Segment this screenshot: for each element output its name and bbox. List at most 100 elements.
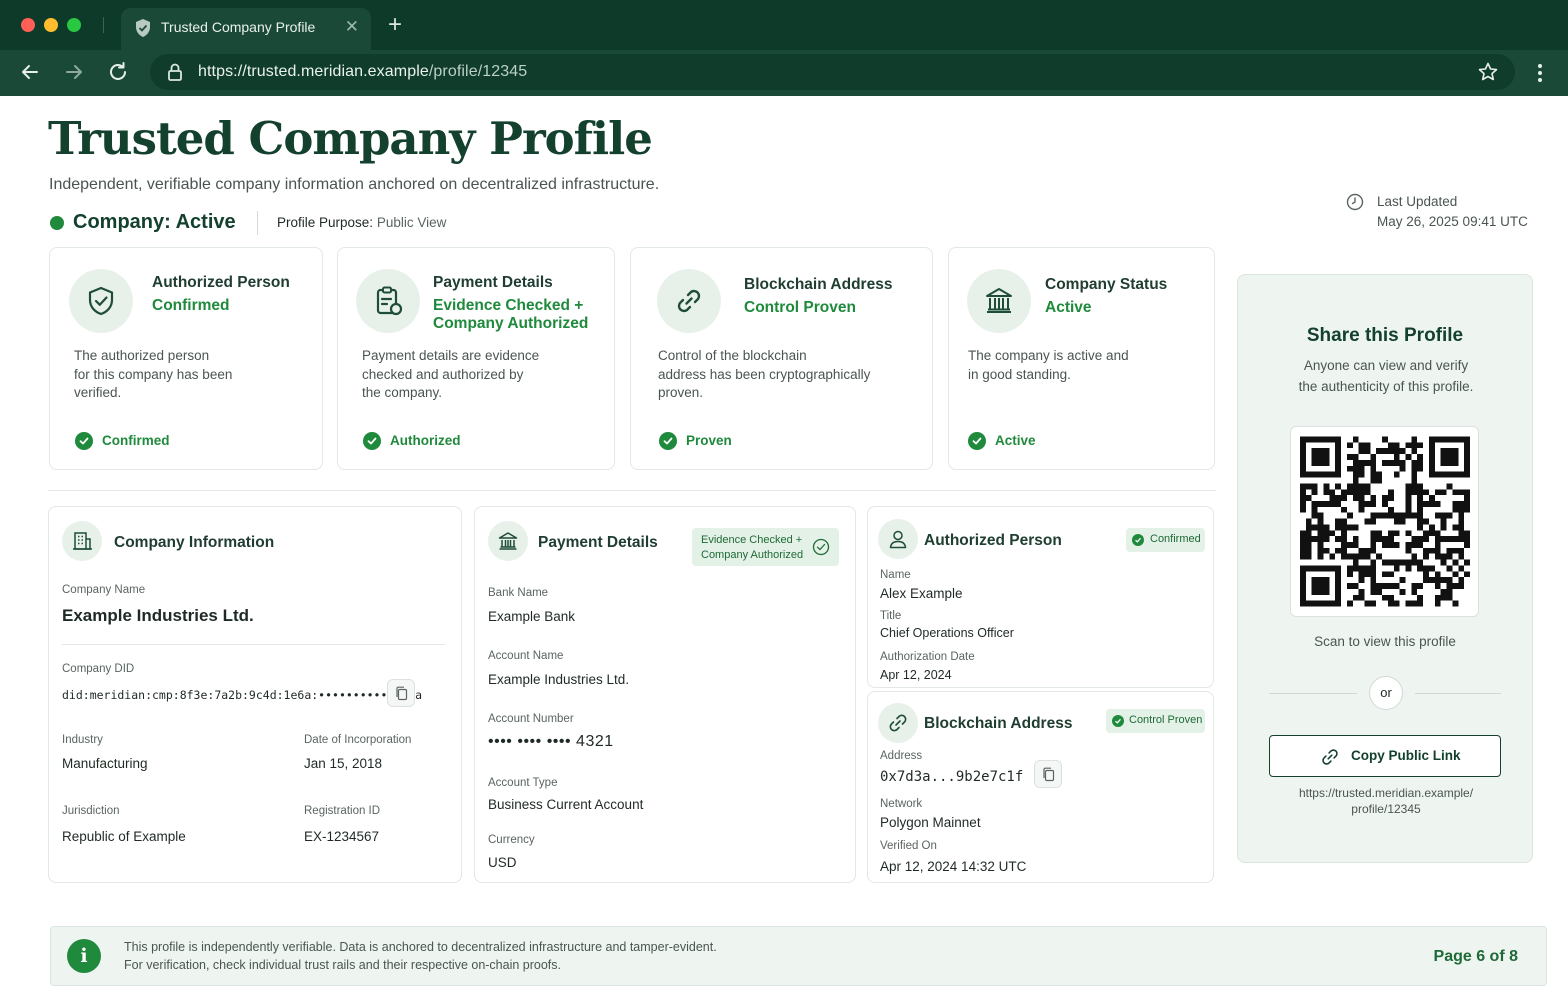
status-divider [257, 211, 258, 235]
section-divider [48, 490, 1216, 491]
check-circle-outline-icon [812, 538, 830, 556]
rail-badge-label: Active [995, 433, 1036, 448]
minimize-window-button[interactable] [44, 18, 58, 32]
rail-status: Control Proven [744, 299, 856, 316]
last-updated-value: May 26, 2025 09:41 UTC [1377, 214, 1528, 229]
copy-did-button[interactable] [387, 679, 415, 707]
reload-icon[interactable] [105, 59, 131, 85]
card-icon-circle [488, 521, 528, 561]
rail-title: Company Status [1045, 276, 1168, 293]
card-title: Blockchain Address [924, 715, 1073, 732]
rail-desc-line: proven. [658, 385, 704, 400]
field-label: Account Type [488, 777, 558, 789]
rail-company-status[interactable]: Company Status Active The company is act… [948, 247, 1215, 470]
public-link-text[interactable]: https://trusted.meridian.example/ profil… [1268, 785, 1504, 817]
field-label: Company DID [62, 663, 135, 675]
field-label: Authorization Date [880, 651, 975, 663]
new-tab-button[interactable]: + [388, 12, 402, 38]
profile-purpose: Profile Purpose: Public View [277, 215, 446, 230]
rail-desc-line: checked and authorized by [362, 366, 524, 382]
rail-icon-circle [657, 269, 721, 333]
rail-title: Authorized Person [152, 274, 290, 291]
rail-desc-line: the company. [362, 385, 443, 400]
last-updated-label: Last Updated [1377, 194, 1458, 209]
field-label: Company Name [62, 584, 146, 596]
company-did-value: did:meridian:cmp:8f3e:7a2b:9c4d:1e6a:•••… [62, 688, 423, 702]
check-circle-icon [968, 432, 986, 450]
tab-close-icon[interactable]: ✕ [345, 18, 359, 36]
browser-titlebar: Trusted Company Profile ✕ + [0, 0, 1568, 50]
bookmark-star-icon[interactable] [1477, 61, 1499, 83]
close-window-button[interactable] [21, 18, 35, 32]
page-indicator: Page 6 of 8 [1433, 948, 1518, 965]
currency-value: USD [488, 855, 517, 870]
card-icon-circle [878, 703, 918, 743]
copy-icon [396, 686, 408, 701]
card-title: Authorized Person [924, 532, 1062, 549]
badge-label: Control Proven [1129, 714, 1203, 726]
share-title: Share this Profile [1306, 325, 1464, 346]
payment-details-card: Payment Details Evidence Checked + Compa… [474, 506, 856, 883]
rail-authorized-person[interactable]: Authorized Person Confirmed The authoriz… [49, 247, 323, 470]
copy-link-label: Copy Public Link [1351, 748, 1461, 763]
person-title-value: Chief Operations Officer [880, 626, 1014, 640]
link-icon [889, 714, 907, 732]
rail-title: Blockchain Address [744, 276, 893, 293]
rail-description: The company is active and in good standi… [968, 347, 1129, 384]
titlebar-divider [103, 17, 104, 33]
bank-name-value: Example Bank [488, 609, 576, 624]
back-arrow-icon[interactable] [17, 59, 43, 85]
field-label: Network [880, 798, 923, 810]
purpose-label: Profile Purpose: [277, 215, 374, 230]
qr-code-icon [1300, 436, 1470, 607]
rail-blockchain-address[interactable]: Blockchain Address Control Proven Contro… [630, 247, 933, 470]
rail-icon-circle [967, 269, 1031, 333]
link-icon [1322, 749, 1338, 765]
company-name-value: Example Industries Ltd. [62, 606, 254, 625]
or-divider-line [1269, 693, 1357, 694]
maximize-window-button[interactable] [67, 18, 81, 32]
browser-tab[interactable]: Trusted Company Profile ✕ [121, 8, 371, 50]
incorporation-date-value: Jan 15, 2018 [304, 756, 383, 771]
field-label: Registration ID [304, 805, 381, 817]
rail-description: Payment details are evidence checked and… [362, 347, 539, 403]
rail-desc-line: The company is active and [968, 348, 1129, 363]
rail-description: The authorized person for this company h… [74, 347, 232, 403]
footer-note: This profile is independently verifiable… [124, 940, 717, 954]
check-circle-icon [363, 432, 381, 450]
share-desc-line: the authenticity of this profile. [1298, 379, 1474, 394]
rail-icon-circle [69, 269, 133, 333]
rail-badge-label: Authorized [390, 433, 461, 448]
badge-label: Confirmed [1150, 533, 1201, 545]
rail-desc-line: for this company has been [74, 366, 233, 382]
clock-icon [1346, 193, 1364, 211]
copy-public-link-button[interactable]: Copy Public Link [1269, 735, 1501, 777]
rail-desc-line: Payment details are evidence [362, 348, 540, 363]
tab-title: Trusted Company Profile [161, 19, 316, 35]
check-circle-icon [1132, 534, 1144, 546]
copy-address-button[interactable] [1034, 760, 1062, 788]
browser-menu-icon[interactable] [1532, 61, 1548, 85]
check-circle-icon [659, 432, 677, 450]
rail-status: Company Authorized [433, 315, 589, 332]
lock-icon [168, 63, 182, 81]
forward-arrow-icon[interactable] [61, 59, 87, 85]
share-description: Anyone can view and verify the authentic… [1268, 355, 1504, 397]
account-number-value: •••• •••• •••• 4321 [488, 733, 614, 750]
rail-status: Confirmed [152, 297, 230, 314]
check-circle-icon [75, 432, 93, 450]
url-host: https://trusted.meridian.example [198, 63, 429, 80]
building-icon [73, 532, 92, 550]
rail-payment-details[interactable]: Payment Details Evidence Checked + Compa… [337, 247, 615, 470]
field-label: Address [880, 750, 923, 762]
check-circle-icon [1112, 715, 1124, 727]
or-separator: or [1369, 676, 1403, 710]
account-name-value: Example Industries Ltd. [488, 672, 630, 687]
verification-footer: i This profile is independently verifiab… [50, 926, 1547, 986]
qr-code[interactable] [1290, 426, 1479, 617]
url-path: /profile/12345 [428, 63, 528, 80]
link-icon [677, 289, 701, 313]
rail-desc-line: address has been cryptographically [658, 366, 871, 382]
address-bar[interactable]: https://trusted.meridian.example/profile… [150, 54, 1515, 90]
bank-icon [498, 532, 518, 550]
